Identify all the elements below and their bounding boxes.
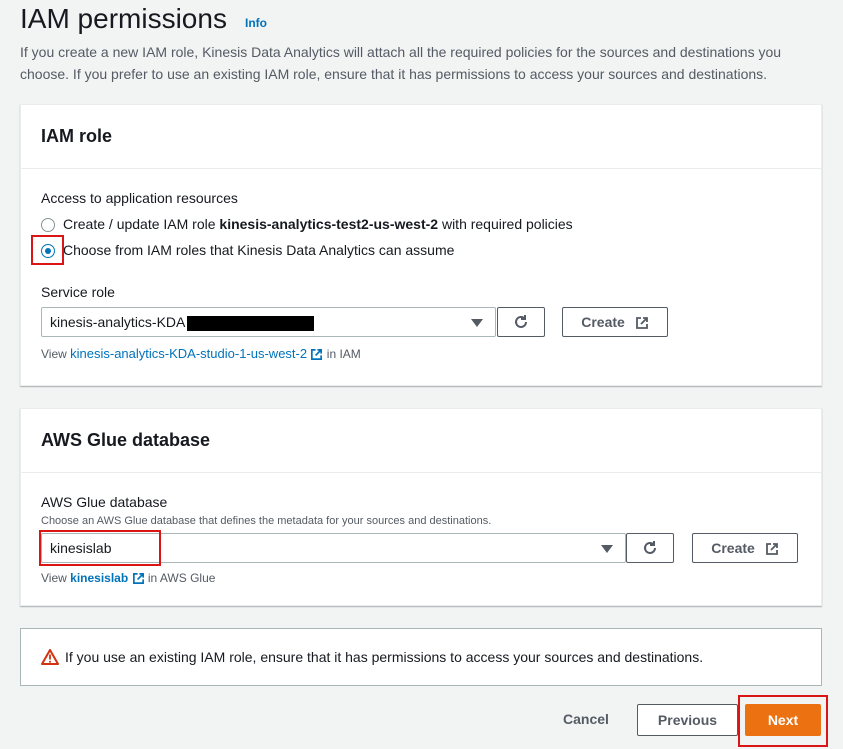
- chevron-down-icon: [601, 545, 613, 553]
- view-glue-link[interactable]: kinesislab: [70, 571, 128, 585]
- iam-role-panel: IAM role Access to application resources…: [20, 104, 822, 386]
- iam-role-panel-header: IAM role: [21, 105, 821, 169]
- glue-field-description: Choose an AWS Glue database that defines…: [41, 515, 492, 527]
- external-link-icon: [132, 573, 144, 585]
- warning-alert: If you use an existing IAM role, ensure …: [20, 628, 822, 686]
- view-glue-suffix: in AWS Glue: [144, 571, 216, 585]
- chevron-down-icon: [471, 319, 483, 327]
- external-link-icon: [765, 543, 778, 556]
- glue-field-label: AWS Glue database: [41, 494, 168, 510]
- service-role-label: Service role: [41, 284, 115, 300]
- glue-panel-header: AWS Glue database: [21, 409, 821, 473]
- service-role-value: kinesis-analytics-KDA: [50, 314, 186, 330]
- glue-panel-title: AWS Glue database: [41, 430, 211, 450]
- highlight-box: [39, 530, 161, 566]
- refresh-glue-button[interactable]: [626, 533, 674, 563]
- refresh-icon: [644, 541, 656, 554]
- create-role-label: Create: [581, 314, 625, 330]
- create-glue-button[interactable]: Create: [692, 533, 798, 563]
- previous-button[interactable]: Previous: [637, 704, 738, 736]
- radio-choose-role[interactable]: Choose from IAM roles that Kinesis Data …: [41, 242, 741, 260]
- highlight-box: [31, 235, 64, 265]
- highlight-box: [738, 695, 828, 747]
- create-glue-label: Create: [711, 540, 755, 556]
- view-glue-prefix: View: [41, 571, 71, 585]
- radio-create-label: Create / update IAM role kinesis-analyti…: [63, 216, 573, 232]
- view-role-link[interactable]: kinesis-analytics-KDA-studio-1-us-west-2: [70, 346, 307, 361]
- view-role-line: View kinesis-analytics-KDA-studio-1-us-w…: [41, 346, 361, 361]
- radio-create-role-name: kinesis-analytics-test2-us-west-2: [219, 216, 439, 232]
- radio-create-role[interactable]: Create / update IAM role kinesis-analyti…: [41, 216, 741, 234]
- view-role-suffix: in IAM: [323, 347, 361, 361]
- external-link-icon: [311, 349, 323, 361]
- access-label: Access to application resources: [41, 190, 238, 206]
- warning-icon: [41, 649, 59, 665]
- radio-create-prefix: Create / update IAM role: [63, 216, 220, 232]
- radio-button[interactable]: [41, 218, 55, 232]
- page-title: IAM permissions: [20, 3, 227, 34]
- redacted-region: [187, 316, 314, 331]
- glue-database-panel: AWS Glue database AWS Glue database Choo…: [20, 408, 822, 606]
- warning-text: If you use an existing IAM role, ensure …: [65, 649, 704, 665]
- iam-role-title: IAM role: [41, 126, 113, 146]
- create-role-button[interactable]: Create: [562, 307, 668, 337]
- info-link[interactable]: Info: [245, 16, 267, 30]
- view-glue-line: View kinesislab in AWS Glue: [41, 571, 215, 585]
- radio-create-suffix: with required policies: [438, 216, 573, 232]
- external-link-icon: [635, 317, 648, 330]
- refresh-roles-button[interactable]: [497, 307, 545, 337]
- view-role-prefix: View: [41, 347, 71, 361]
- page-description: If you create a new IAM role, Kinesis Da…: [20, 44, 782, 82]
- cancel-button[interactable]: Cancel: [560, 704, 612, 734]
- radio-choose-label: Choose from IAM roles that Kinesis Data …: [63, 242, 455, 258]
- refresh-icon: [515, 315, 527, 328]
